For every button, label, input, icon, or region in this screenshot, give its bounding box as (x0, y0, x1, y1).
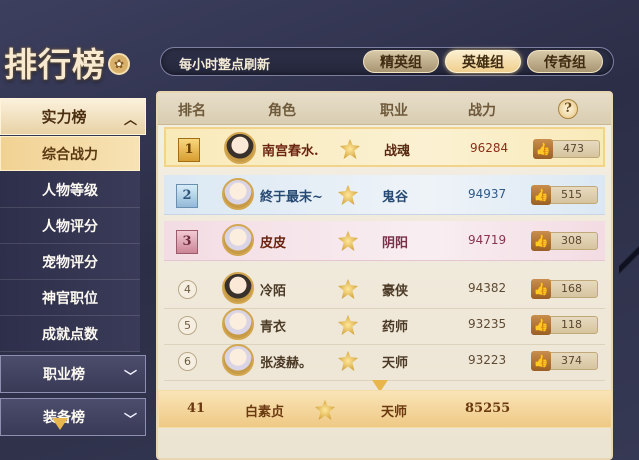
rank-badge-bronze: 3 (176, 230, 198, 254)
player-power: 96284 (470, 141, 509, 155)
category-strength-label: 实力榜 (41, 108, 87, 126)
col-job: 职业 (380, 103, 408, 119)
refresh-note: 每小时整点刷新 (179, 58, 271, 73)
like-count: 515 (561, 188, 582, 201)
avatar[interactable] (222, 308, 254, 340)
leaderboard-title-area: 排行榜 ✿ (4, 38, 130, 86)
tab-elite[interactable]: 精英组 (363, 50, 439, 73)
chevron-up-icon: ︿ (123, 113, 137, 128)
sidebar-item-character-level[interactable]: 人物等级 (0, 173, 140, 208)
like-button[interactable]: 👍 515 (531, 185, 598, 205)
like-count: 308 (561, 234, 582, 247)
like-count: 168 (561, 282, 582, 295)
player-name: 皮皮 (260, 236, 287, 251)
player-name: 終于最末~ (260, 190, 323, 205)
tab-hero[interactable]: 英雄组 (445, 50, 521, 73)
player-name: 青衣 (260, 320, 287, 335)
category-job-label: 职业榜 (43, 367, 85, 383)
group-tab-bar: 每小时整点刷新 精英组 英雄组 传奇组 (160, 47, 614, 76)
like-count: 473 (563, 142, 584, 155)
thumbs-up-icon: 👍 (531, 231, 551, 251)
tab-legend[interactable]: 传奇组 (527, 50, 603, 73)
avatar[interactable] (222, 344, 254, 376)
thumbs-up-icon: 👍 (531, 279, 551, 299)
avatar[interactable] (224, 132, 256, 164)
rank-crest-icon (338, 315, 358, 335)
rank-badge-silver: 2 (176, 184, 198, 208)
player-job: 豪侠 (382, 284, 409, 299)
rank-crest-icon (338, 231, 358, 251)
table-row[interactable]: 4 冷陌 豪侠 94382 👍 168 (164, 269, 605, 309)
player-name: 张凌赫。 (260, 356, 313, 371)
player-power: 94719 (468, 233, 507, 247)
player-job: 天师 (382, 356, 409, 371)
category-job-button[interactable]: 职业榜 ﹀ (0, 355, 146, 393)
like-count: 374 (561, 354, 582, 367)
col-role: 角色 (268, 103, 296, 119)
my-power: 85255 (465, 401, 511, 416)
my-rank-bar: 41 白素贞 天师 85255 (158, 390, 612, 428)
settings-gear-icon[interactable]: ✿ (108, 53, 130, 75)
rank-crest-icon (338, 351, 358, 371)
table-header: 排名 角色 职业 战力 ? (158, 93, 611, 125)
player-name: 冷陌 (260, 284, 287, 299)
table-row[interactable]: 6 张凌赫。 天师 93223 👍 374 (164, 341, 605, 381)
sidebar-item-achievement-points[interactable]: 成就点数 (0, 317, 140, 352)
avatar[interactable] (222, 272, 254, 304)
decorative-branch (619, 245, 639, 275)
like-button[interactable]: 👍 168 (531, 279, 598, 299)
category-equipment-button[interactable]: 装备榜 ﹀ (0, 398, 146, 436)
help-icon[interactable]: ? (558, 99, 578, 119)
like-button[interactable]: 👍 308 (531, 231, 598, 251)
player-power: 93223 (468, 353, 507, 367)
like-count: 118 (561, 318, 582, 331)
sidebar-item-official-rank[interactable]: 神官职位 (0, 281, 140, 316)
sidebar-item-pet-score[interactable]: 宠物评分 (0, 245, 140, 280)
rank-crest-icon (315, 400, 335, 420)
rank-crest-icon (338, 185, 358, 205)
player-job: 战魂 (384, 144, 411, 159)
player-power: 93235 (468, 317, 507, 331)
rank-badge-gold: 1 (178, 138, 200, 162)
avatar[interactable] (222, 224, 254, 256)
table-row[interactable]: 2 終于最末~ 鬼谷 94937 👍 515 (164, 175, 605, 215)
thumbs-up-icon: 👍 (531, 315, 551, 335)
table-row[interactable]: 5 青衣 药师 93235 👍 118 (164, 305, 605, 345)
thumbs-up-icon: 👍 (531, 185, 551, 205)
player-name: 南宫春水. (262, 144, 319, 159)
like-button[interactable]: 👍 118 (531, 315, 598, 335)
chevron-down-icon: ﹀ (123, 413, 137, 428)
sidebar-item-overall-power[interactable]: 综合战力 (0, 136, 140, 171)
like-button[interactable]: 👍 473 (533, 139, 600, 159)
avatar[interactable] (222, 178, 254, 210)
chevron-down-icon: ﹀ (123, 370, 137, 385)
my-rank: 41 (187, 401, 206, 416)
table-row[interactable]: 3 皮皮 阴阳 94719 👍 308 (164, 221, 605, 261)
rank-number: 5 (178, 316, 197, 335)
table-row[interactable]: 1 南宫春水. 战魂 96284 👍 473 (164, 127, 605, 167)
rank-crest-icon (338, 279, 358, 299)
like-button[interactable]: 👍 374 (531, 351, 598, 371)
player-power: 94382 (468, 281, 507, 295)
rank-number: 6 (178, 352, 197, 371)
page-title: 排行榜 (4, 45, 106, 84)
thumbs-up-icon: 👍 (531, 351, 551, 371)
thumbs-up-icon: 👍 (533, 139, 553, 159)
player-job: 阴阳 (382, 236, 409, 251)
col-rank: 排名 (178, 103, 206, 119)
player-power: 94937 (468, 187, 507, 201)
my-job: 天师 (381, 405, 408, 420)
sidebar-item-character-score[interactable]: 人物评分 (0, 209, 140, 244)
rank-crest-icon (340, 139, 360, 159)
player-job: 药师 (382, 320, 409, 335)
player-job: 鬼谷 (382, 190, 409, 205)
rank-number: 4 (178, 280, 197, 299)
my-name: 白素贞 (245, 405, 285, 420)
category-strength-button[interactable]: 实力榜 ︿ (0, 98, 146, 135)
col-power: 战力 (468, 103, 496, 119)
